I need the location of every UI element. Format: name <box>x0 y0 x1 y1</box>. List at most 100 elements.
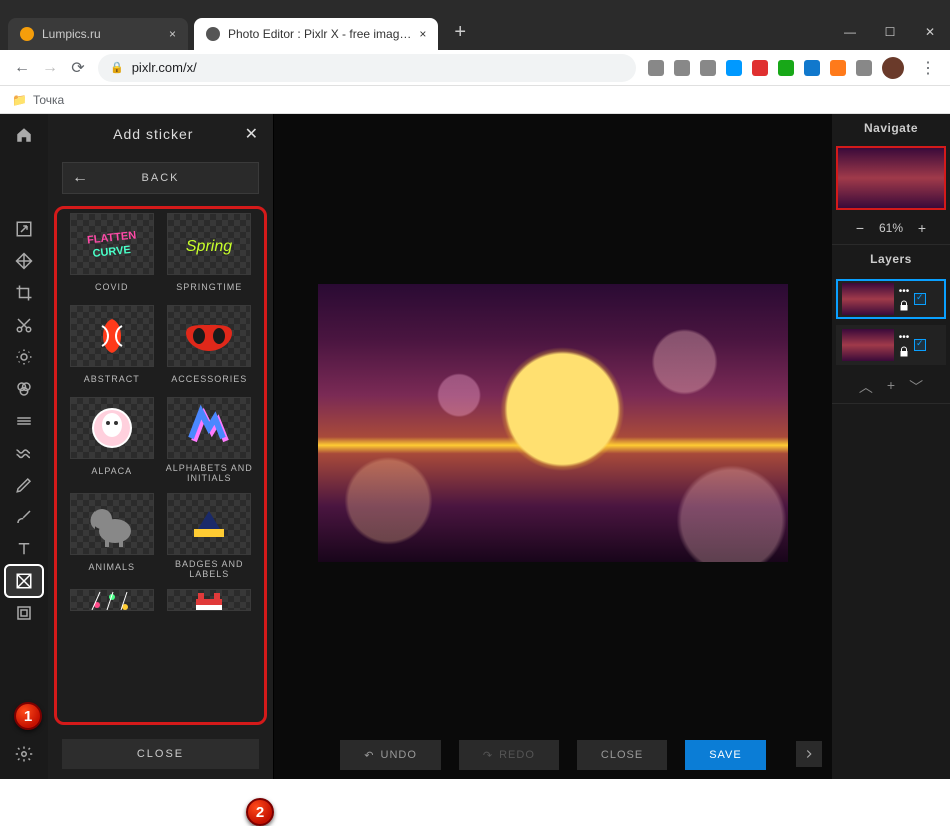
sticker-categories-highlight: FLATTENCURVE COVID Spring SPRINGTIME ABS… <box>54 206 267 725</box>
close-icon[interactable]: × <box>411 27 426 41</box>
category-abstract[interactable]: ABSTRACT <box>67 305 157 393</box>
ext-icon[interactable] <box>648 60 664 76</box>
redo-button: ↷REDO <box>459 740 559 770</box>
lock-icon <box>898 300 910 312</box>
effect-tool[interactable] <box>6 406 42 436</box>
layer-thumbnail <box>842 283 894 315</box>
canvas-image[interactable] <box>318 284 788 562</box>
window-close[interactable]: ✕ <box>910 25 950 39</box>
zoom-value: 61% <box>879 221 903 235</box>
draw-tool[interactable] <box>6 502 42 532</box>
ext-icon[interactable] <box>778 60 794 76</box>
category-label: SPRINGTIME <box>176 275 242 301</box>
close-button[interactable]: CLOSE <box>577 740 667 770</box>
annotation-marker-1: 1 <box>14 702 42 730</box>
profile-avatar[interactable] <box>882 57 904 79</box>
visibility-checkbox[interactable] <box>914 293 926 305</box>
tab-lumpics[interactable]: Lumpics.ru × <box>8 18 188 50</box>
cut-tool[interactable] <box>6 310 42 340</box>
zoom-out[interactable]: − <box>851 220 869 236</box>
browser-tabstrip: Lumpics.ru × Photo Editor : Pixlr X - fr… <box>0 14 950 50</box>
category-alpaca[interactable]: ALPACA <box>67 397 157 489</box>
category-alphabets[interactable]: ALPHABETS AND INITIALS <box>165 397 255 489</box>
panel-close-icon[interactable]: ✕ <box>245 124 259 144</box>
svg-text:CURVE: CURVE <box>92 244 131 260</box>
home-tool[interactable] <box>6 120 42 150</box>
browser-menu[interactable]: ⋮ <box>914 58 942 78</box>
address-bar: ← → ⟳ 🔒 pixlr.com/x/ ⋮ <box>0 50 950 86</box>
panel-title: Add sticker <box>62 126 245 142</box>
ext-icon[interactable] <box>856 60 872 76</box>
canvas-area: ↶UNDO ↷REDO CLOSE SAVE <box>274 114 832 779</box>
window-maximize[interactable]: ☐ <box>870 25 910 39</box>
back-button[interactable]: ← BACK <box>62 162 259 194</box>
category-partial-2[interactable] <box>165 589 255 611</box>
ext-icon[interactable] <box>830 60 846 76</box>
move-tool[interactable] <box>6 246 42 276</box>
layers-heading: Layers <box>832 245 950 273</box>
add-layer-icon[interactable]: + <box>887 377 895 397</box>
ext-icon[interactable] <box>726 60 742 76</box>
open-tool[interactable] <box>6 214 42 244</box>
adjust-tool[interactable] <box>6 342 42 372</box>
undo-button[interactable]: ↶UNDO <box>340 740 441 770</box>
retouch-tool[interactable] <box>6 470 42 500</box>
chevron-up-icon[interactable]: ︿ <box>859 377 873 397</box>
expand-icon[interactable] <box>796 741 822 767</box>
nav-reload[interactable]: ⟳ <box>64 58 92 78</box>
category-badges[interactable]: BADGES AND LABELS <box>165 493 255 585</box>
category-springtime[interactable]: Spring SPRINGTIME <box>165 213 255 301</box>
frame-tool[interactable] <box>6 598 42 628</box>
bookmark-folder[interactable]: Точка <box>33 93 64 107</box>
category-label: ALPACA <box>91 459 132 485</box>
tab-pixlr[interactable]: Photo Editor : Pixlr X - free imag… × <box>194 18 438 50</box>
bottom-bar: ↶UNDO ↷REDO CLOSE SAVE <box>274 731 832 779</box>
nav-back[interactable]: ← <box>8 59 36 77</box>
undo-icon: ↶ <box>364 749 374 762</box>
crop-tool[interactable] <box>6 278 42 308</box>
visibility-checkbox[interactable] <box>914 339 926 351</box>
more-icon[interactable]: ••• <box>899 287 910 297</box>
tab-favicon <box>20 27 34 41</box>
layer-thumbnail <box>842 329 894 361</box>
tab-title: Photo Editor : Pixlr X - free imag… <box>228 27 411 41</box>
tab-title: Lumpics.ru <box>42 27 101 41</box>
ext-icon[interactable] <box>700 60 716 76</box>
zoom-in[interactable]: + <box>913 220 931 236</box>
back-label: BACK <box>99 172 258 184</box>
category-covid[interactable]: FLATTENCURVE COVID <box>67 213 157 301</box>
omnibox[interactable]: 🔒 pixlr.com/x/ <box>98 54 636 82</box>
category-label: BADGES AND LABELS <box>165 555 255 585</box>
annotation-marker-2: 2 <box>246 798 274 826</box>
tab-favicon <box>206 27 220 41</box>
folder-icon: 📁 <box>12 93 27 107</box>
more-icon[interactable]: ••• <box>899 333 910 343</box>
category-label: ANIMALS <box>88 555 135 581</box>
category-label: ALPHABETS AND INITIALS <box>165 459 255 489</box>
save-button[interactable]: SAVE <box>685 740 766 770</box>
filter-tool[interactable] <box>6 374 42 404</box>
layer-item[interactable]: ••• <box>836 279 946 319</box>
close-icon[interactable]: × <box>161 27 176 41</box>
redo-icon: ↷ <box>483 749 493 762</box>
ext-icon[interactable] <box>804 60 820 76</box>
window-minimize[interactable]: ― <box>830 25 870 39</box>
element-tool[interactable] <box>6 566 42 596</box>
category-partial-1[interactable] <box>67 589 157 611</box>
left-toolbar <box>0 114 48 779</box>
category-label: ABSTRACT <box>84 367 140 393</box>
navigate-thumbnail[interactable] <box>836 146 946 210</box>
new-tab-button[interactable]: + <box>444 21 476 44</box>
sticker-panel: Add sticker ✕ ← BACK FLATTENCURVE COVID … <box>48 114 274 779</box>
category-animals[interactable]: ANIMALS <box>67 493 157 585</box>
panel-close-button[interactable]: CLOSE <box>62 739 259 769</box>
ext-icon[interactable] <box>674 60 690 76</box>
text-tool[interactable] <box>6 534 42 564</box>
layer-item[interactable]: ••• <box>836 325 946 365</box>
ext-icon[interactable] <box>752 60 768 76</box>
liquify-tool[interactable] <box>6 438 42 468</box>
nav-forward: → <box>36 59 64 77</box>
category-accessories[interactable]: ACCESSORIES <box>165 305 255 393</box>
chevron-down-icon[interactable]: ﹀ <box>909 377 923 397</box>
settings-tool[interactable] <box>6 739 42 769</box>
